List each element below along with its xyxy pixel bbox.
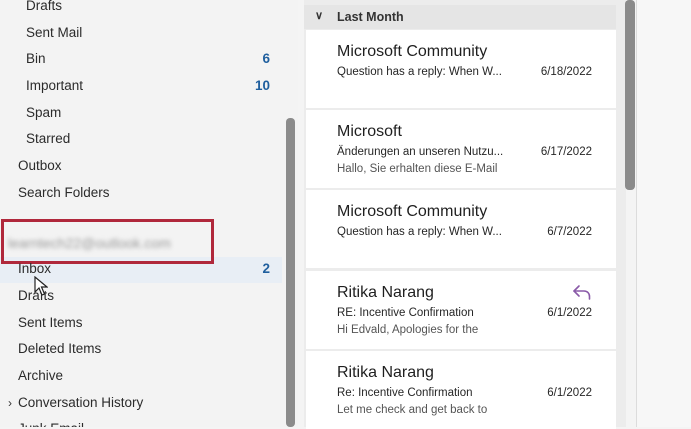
folder-pane: Drafts Sent Mail Bin 6 Important 10 Spam… bbox=[0, 0, 298, 427]
group-header[interactable]: ∨ Last Month bbox=[304, 5, 616, 29]
unread-count: 10 bbox=[254, 78, 270, 93]
folder-sent-mail[interactable]: Sent Mail bbox=[26, 20, 282, 46]
folder-label: Starred bbox=[26, 131, 71, 146]
folder-label: Drafts bbox=[26, 0, 63, 13]
message-date: 6/18/2022 bbox=[540, 66, 592, 78]
message-sender: Ritika Narang bbox=[337, 364, 434, 381]
folder-label: Conversation History bbox=[18, 395, 144, 410]
message-sender: Microsoft Community bbox=[337, 43, 488, 60]
message-sender: Ritika Narang bbox=[337, 284, 434, 301]
message-item[interactable]: Microsoft Änderungen an unseren Nutzu...… bbox=[306, 110, 616, 188]
folder-spam[interactable]: Spam bbox=[26, 100, 282, 126]
message-subject: Question has a reply: When W... bbox=[337, 66, 502, 78]
folder-label: Sent Mail bbox=[26, 25, 83, 40]
message-preview: Let me check and get back to bbox=[337, 404, 488, 416]
folder-junk-email[interactable]: Junk Email bbox=[18, 416, 282, 427]
message-item[interactable]: Microsoft Community Question has a reply… bbox=[306, 30, 616, 108]
folder-sent-items[interactable]: Sent Items bbox=[18, 310, 282, 336]
folder-label: Outbox bbox=[18, 158, 62, 173]
message-subject: Änderungen an unseren Nutzu... bbox=[337, 146, 504, 158]
message-list-scrollbar-thumb[interactable] bbox=[625, 0, 635, 190]
folder-important[interactable]: Important 10 bbox=[26, 73, 282, 99]
folder-label: Archive bbox=[18, 368, 64, 383]
message-subject: RE: Incentive Confirmation bbox=[337, 307, 474, 319]
unread-count: 6 bbox=[262, 51, 270, 66]
message-date: 6/7/2022 bbox=[547, 226, 592, 238]
folder-label: Search Folders bbox=[18, 185, 110, 200]
message-preview: Hallo, Sie erhalten diese E-Mail bbox=[337, 163, 498, 175]
message-item[interactable]: Ritika Narang Re: Incentive Confirmation… bbox=[306, 351, 616, 429]
folder-label: Bin bbox=[26, 51, 46, 66]
mouse-cursor-icon bbox=[34, 276, 48, 296]
message-item[interactable]: Microsoft Community Question has a reply… bbox=[306, 190, 616, 268]
message-sender: Microsoft bbox=[337, 123, 402, 140]
group-title: Last Month bbox=[337, 10, 404, 24]
replied-icon bbox=[573, 285, 591, 300]
reading-pane-edge bbox=[636, 0, 691, 427]
folder-inbox[interactable]: Inbox 2 bbox=[18, 256, 282, 282]
folder-label: Junk Email bbox=[18, 416, 84, 427]
message-subject: Question has a reply: When W... bbox=[337, 226, 502, 238]
folder-deleted-items[interactable]: Deleted Items bbox=[18, 336, 282, 362]
folder-drafts[interactable]: Drafts bbox=[26, 0, 282, 19]
message-preview: Hi Edvald, Apologies for the bbox=[337, 324, 479, 336]
message-subject: Re: Incentive Confirmation bbox=[337, 387, 473, 399]
chevron-right-icon[interactable]: › bbox=[8, 390, 12, 416]
folder-label: Sent Items bbox=[18, 315, 83, 330]
folder-label: Important bbox=[26, 78, 84, 93]
folder-drafts[interactable]: Drafts bbox=[18, 283, 282, 309]
folder-outbox[interactable]: Outbox bbox=[18, 153, 282, 179]
chevron-down-icon[interactable]: ∨ bbox=[315, 9, 323, 22]
folder-label: Deleted Items bbox=[18, 341, 102, 356]
message-date: 6/17/2022 bbox=[540, 146, 592, 158]
folder-archive[interactable]: Archive bbox=[18, 363, 282, 389]
message-list-pane: ∨ Last Month Microsoft Community Questio… bbox=[304, 0, 626, 429]
message-item[interactable]: Ritika Narang RE: Incentive Confirmation… bbox=[306, 271, 616, 349]
message-date: 6/1/2022 bbox=[547, 307, 592, 319]
folder-label: Spam bbox=[26, 105, 62, 120]
folder-scrollbar-thumb[interactable] bbox=[286, 118, 295, 427]
folder-conversation-history[interactable]: › Conversation History bbox=[8, 390, 282, 416]
message-date: 6/1/2022 bbox=[547, 387, 592, 399]
message-sender: Microsoft Community bbox=[337, 203, 488, 220]
folder-starred[interactable]: Starred bbox=[26, 126, 282, 152]
folder-bin[interactable]: Bin 6 bbox=[26, 46, 282, 72]
unread-count: 2 bbox=[262, 261, 270, 276]
folder-search-folders[interactable]: Search Folders bbox=[18, 180, 282, 206]
